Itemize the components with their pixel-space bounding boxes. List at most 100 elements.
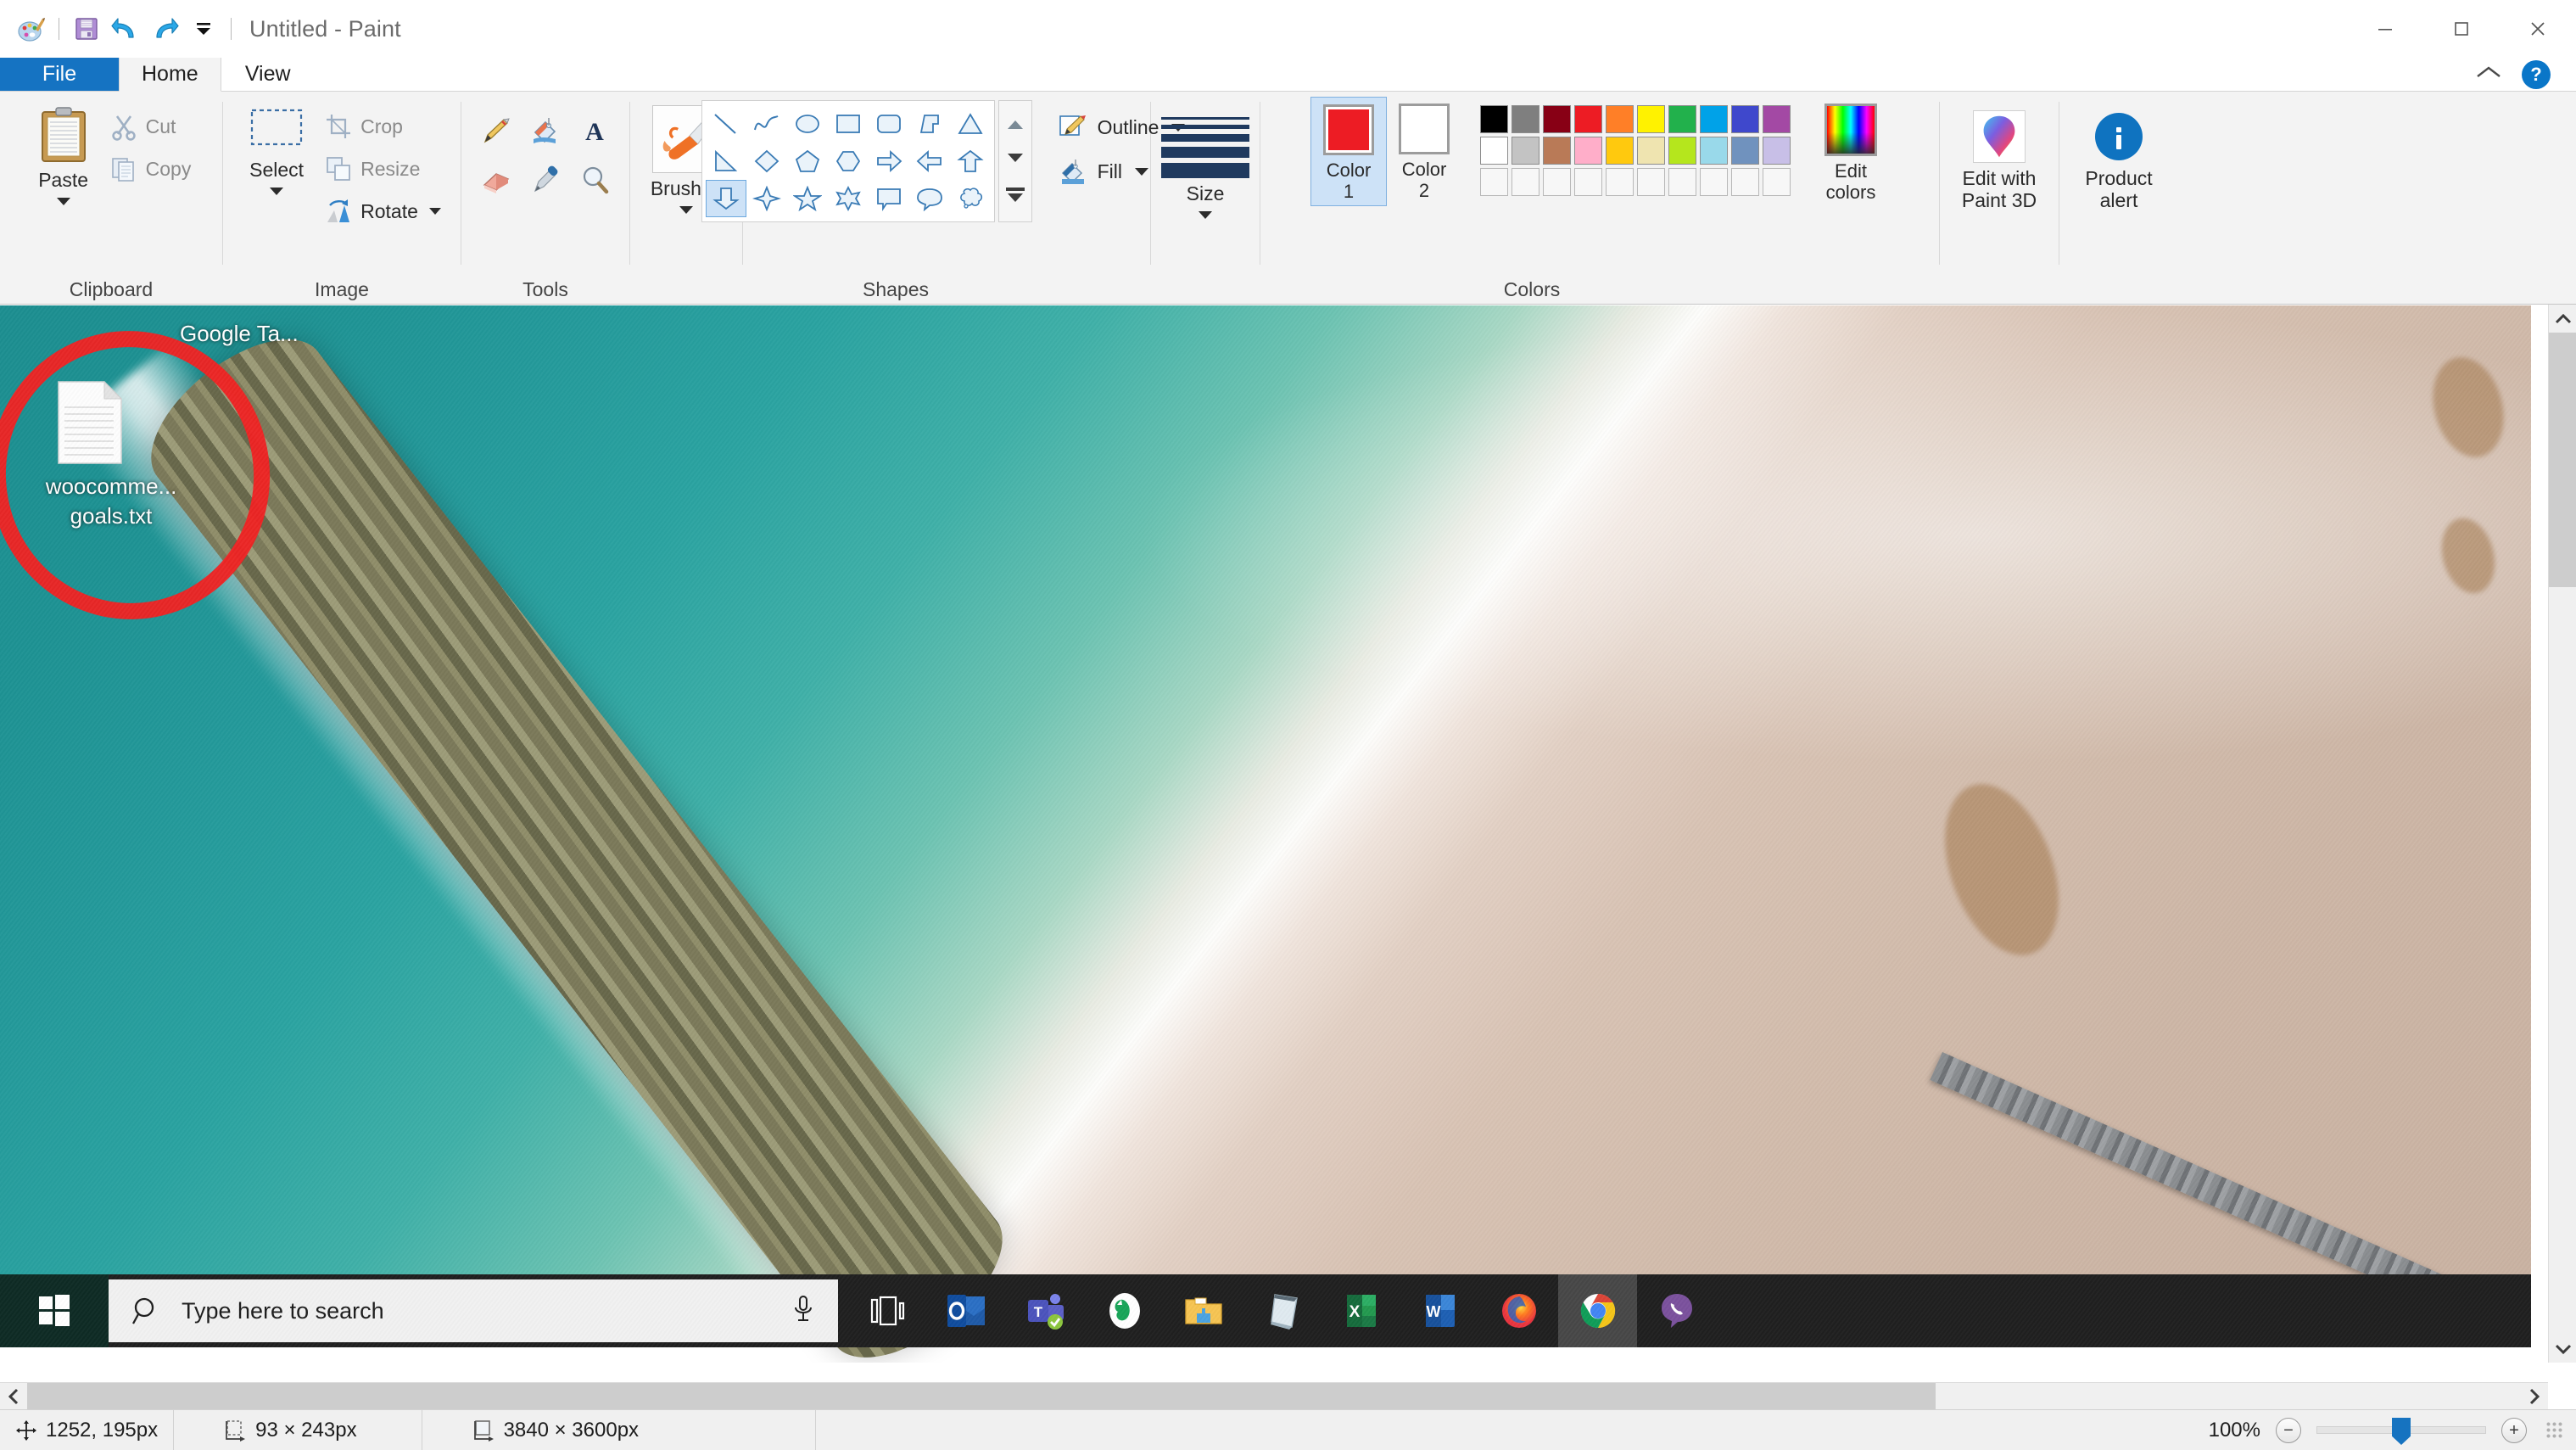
zoom-slider-track[interactable] <box>2316 1418 2486 1445</box>
color2-button[interactable]: Color 2 <box>1387 97 1461 204</box>
cut-button[interactable]: Cut <box>103 107 198 146</box>
shape-rounded-callout[interactable] <box>909 180 950 217</box>
crop-button[interactable]: Crop <box>317 107 448 146</box>
palette-swatch[interactable] <box>1543 137 1571 165</box>
paint-logo-icon[interactable] <box>12 9 51 48</box>
eraser-tool[interactable] <box>472 156 520 204</box>
zoom-out-button[interactable]: − <box>2276 1417 2301 1443</box>
collapse-ribbon-icon[interactable] <box>2474 61 2503 87</box>
palette-swatch[interactable] <box>1668 168 1696 196</box>
palette-swatch[interactable] <box>1574 105 1602 133</box>
brushes-caret-icon[interactable] <box>679 205 693 214</box>
shape-rectangle[interactable] <box>828 105 869 143</box>
canvas-area[interactable]: Google Ta... woocomme... goals.txt Type … <box>0 305 2576 1363</box>
fill-caret-icon[interactable] <box>1134 167 1148 176</box>
shapes-scroll-down-icon[interactable] <box>1007 154 1023 163</box>
shape-five-point-star[interactable] <box>787 180 828 217</box>
paste-caret-icon[interactable] <box>56 197 70 205</box>
palette-swatch[interactable] <box>1480 105 1508 133</box>
shape-four-point-star[interactable] <box>746 180 787 217</box>
shape-six-point-star[interactable] <box>828 180 869 217</box>
fill-tool[interactable] <box>522 107 569 154</box>
palette-swatch[interactable] <box>1512 105 1539 133</box>
canvas-horizontal-scrollbar[interactable] <box>0 1382 2548 1410</box>
shape-arrow-down[interactable] <box>705 180 746 217</box>
edit-with-paint3d-button[interactable]: Edit with Paint 3D <box>1952 105 2047 217</box>
help-button[interactable]: ? <box>2522 59 2551 89</box>
evernote-icon[interactable] <box>1085 1274 1164 1347</box>
resize-grip-icon[interactable] <box>2545 1420 2564 1440</box>
outlook-icon[interactable] <box>927 1274 1006 1347</box>
tab-view[interactable]: View <box>221 58 315 91</box>
shape-triangle[interactable] <box>950 105 991 143</box>
edit-colors-button[interactable]: Edit colors <box>1813 97 1889 206</box>
shape-arrow-right[interactable] <box>869 143 909 180</box>
palette-swatch[interactable] <box>1606 137 1634 165</box>
palette-swatch[interactable] <box>1763 168 1791 196</box>
teams-icon[interactable]: T <box>1006 1274 1085 1347</box>
zoom-in-button[interactable]: + <box>2501 1417 2527 1443</box>
zoom-slider-thumb[interactable] <box>2392 1418 2411 1445</box>
shapes-scroll-up-icon[interactable] <box>1007 120 1023 129</box>
scroll-down-icon[interactable] <box>2549 1335 2576 1363</box>
palette-swatch[interactable] <box>1543 168 1571 196</box>
palette-swatch[interactable] <box>1763 137 1791 165</box>
palette-swatch[interactable] <box>1606 105 1634 133</box>
color1-swatch[interactable] <box>1323 104 1374 155</box>
palette-swatch[interactable] <box>1480 168 1508 196</box>
color2-swatch[interactable] <box>1399 104 1450 154</box>
palette-swatch[interactable] <box>1606 168 1634 196</box>
palette-swatch[interactable] <box>1731 105 1759 133</box>
text-tool[interactable]: A <box>571 107 618 154</box>
vertical-scroll-thumb[interactable] <box>2549 333 2576 587</box>
palette-swatch[interactable] <box>1637 168 1665 196</box>
tab-file[interactable]: File <box>0 58 119 91</box>
shape-curve[interactable] <box>746 105 787 143</box>
palette-swatch[interactable] <box>1700 105 1728 133</box>
shape-line[interactable] <box>706 105 746 143</box>
palette-swatch[interactable] <box>1512 168 1539 196</box>
palette-swatch[interactable] <box>1763 105 1791 133</box>
save-icon[interactable] <box>67 9 106 48</box>
redo-icon[interactable] <box>145 9 184 48</box>
shape-cloud-callout[interactable] <box>950 180 991 217</box>
palette-swatch[interactable] <box>1731 168 1759 196</box>
tab-home[interactable]: Home <box>119 58 221 92</box>
file-explorer-icon[interactable] <box>1164 1274 1243 1347</box>
canvas-vertical-scrollbar[interactable] <box>2548 305 2576 1363</box>
shape-hexagon[interactable] <box>828 143 869 180</box>
scroll-up-icon[interactable] <box>2549 305 2576 333</box>
palette-swatch[interactable] <box>1700 168 1728 196</box>
maximize-button[interactable] <box>2423 0 2500 58</box>
horizontal-scroll-thumb[interactable] <box>27 1383 1936 1410</box>
shape-rounded-rectangle[interactable] <box>869 105 909 143</box>
rotate-button[interactable]: Rotate <box>317 192 448 231</box>
color-picker-tool[interactable] <box>522 156 569 204</box>
close-button[interactable] <box>2500 0 2576 58</box>
shape-diamond[interactable] <box>746 143 787 180</box>
microphone-icon[interactable] <box>791 1294 816 1329</box>
size-caret-icon[interactable] <box>1199 210 1212 219</box>
shapes-expand-icon[interactable] <box>1005 188 1025 203</box>
undo-icon[interactable] <box>106 9 145 48</box>
size-button[interactable]: Size <box>1151 100 1260 224</box>
product-alert-button[interactable]: Product alert <box>2075 105 2162 217</box>
customize-qat-icon[interactable] <box>184 9 223 48</box>
palette-swatch[interactable] <box>1668 137 1696 165</box>
palette-swatch[interactable] <box>1574 168 1602 196</box>
palette-swatch[interactable] <box>1668 105 1696 133</box>
scroll-right-icon[interactable] <box>2521 1383 2548 1410</box>
task-view-icon[interactable] <box>848 1274 927 1347</box>
canvas-image[interactable]: Google Ta... woocomme... goals.txt Type … <box>0 305 2531 1363</box>
rotate-caret-icon[interactable] <box>428 208 441 215</box>
palette-swatch[interactable] <box>1637 137 1665 165</box>
excel-icon[interactable]: X <box>1322 1274 1400 1347</box>
color1-button[interactable]: Color 1 <box>1310 97 1387 207</box>
scroll-left-icon[interactable] <box>0 1383 27 1410</box>
palette-swatch[interactable] <box>1731 137 1759 165</box>
copy-button[interactable]: Copy <box>103 149 198 188</box>
palette-swatch[interactable] <box>1637 105 1665 133</box>
select-caret-icon[interactable] <box>270 187 284 195</box>
paste-button[interactable]: Paste <box>25 100 103 210</box>
resize-button[interactable]: Resize <box>317 149 448 188</box>
